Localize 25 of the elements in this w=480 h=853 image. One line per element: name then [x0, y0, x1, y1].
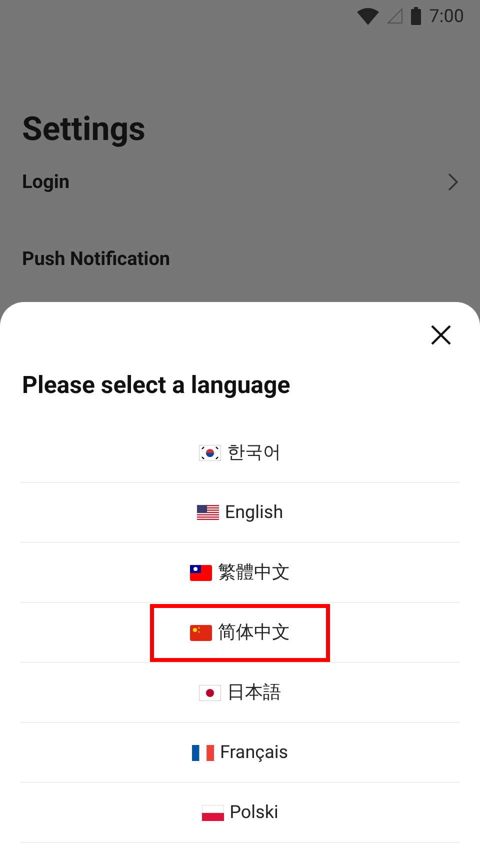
battery-icon — [411, 7, 422, 25]
signal-icon — [387, 8, 404, 24]
page-title: Settings — [22, 109, 146, 151]
wifi-icon — [357, 8, 380, 24]
close-button[interactable] — [430, 324, 452, 346]
language-option[interactable]: 繁體中文 — [182, 552, 298, 592]
flag-icon — [190, 624, 212, 640]
language-option[interactable]: 日本語 — [191, 672, 289, 712]
settings-row[interactable]: Push Notification — [0, 212, 480, 306]
flag-icon — [202, 804, 224, 820]
flag-icon — [190, 564, 212, 580]
language-option[interactable]: Français — [184, 732, 296, 772]
flag-icon — [192, 744, 214, 760]
language-option[interactable]: 한국어 — [191, 432, 289, 472]
status-time: 7:00 — [429, 4, 464, 28]
language-option[interactable]: 简体中文 — [150, 604, 330, 662]
settings-row[interactable]: Login — [0, 152, 480, 212]
language-option[interactable]: Polski — [194, 792, 286, 832]
language-option[interactable]: English — [188, 492, 292, 532]
close-icon — [431, 325, 451, 345]
flag-icon — [196, 504, 219, 520]
sheet-title: Please select a language — [22, 370, 290, 401]
chevron-right-icon — [448, 173, 458, 191]
flag-icon — [199, 684, 221, 700]
flag-icon — [199, 444, 221, 460]
